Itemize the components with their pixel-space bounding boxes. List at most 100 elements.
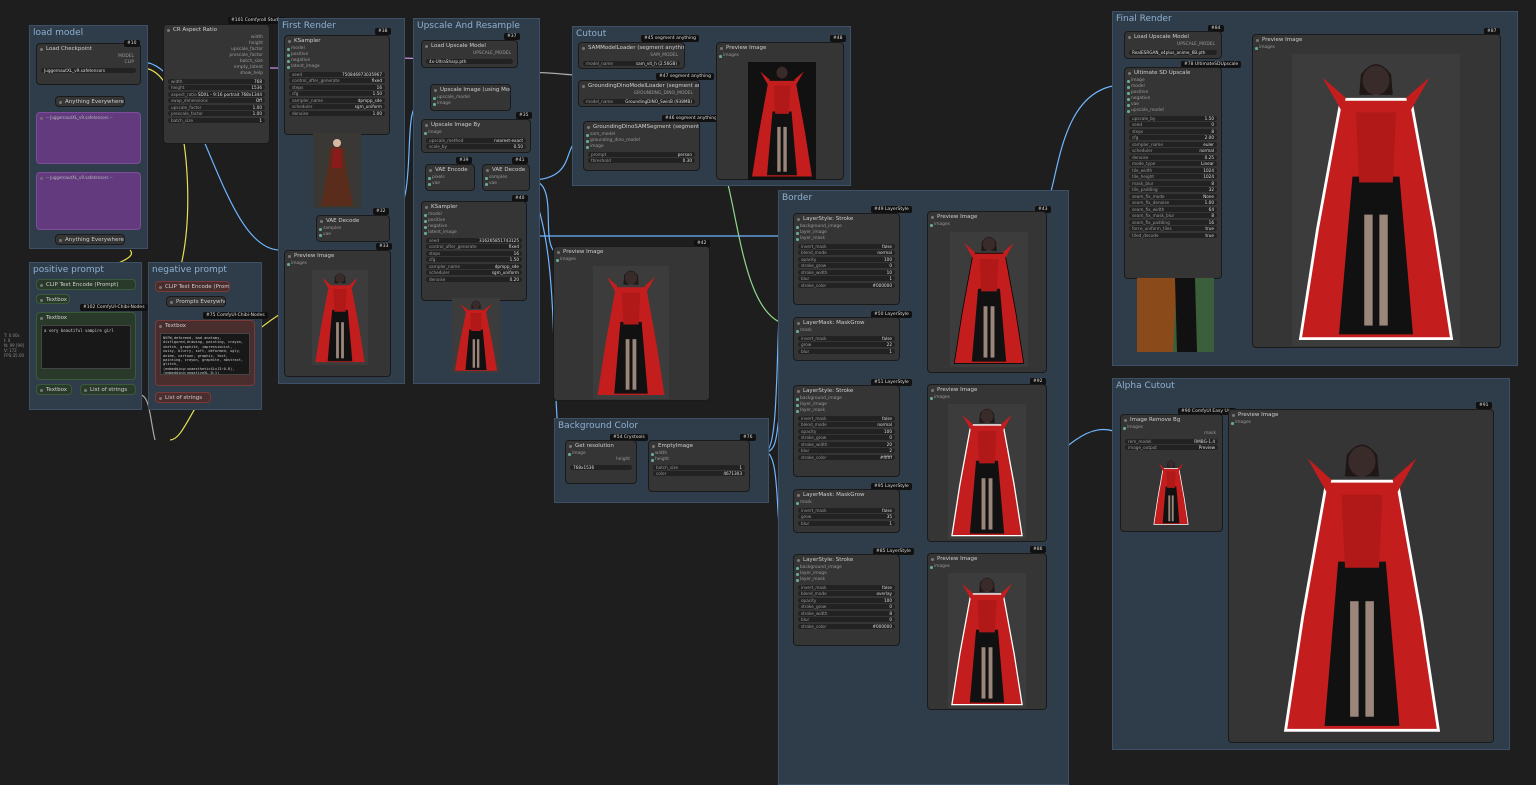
input-image[interactable]: image [584,144,699,150]
model-name-widget[interactable]: 4x-UltraSharp.pth [426,58,513,64]
widget-scheduler[interactable]: scheduler normal [1129,148,1217,153]
widget-scheduler[interactable]: scheduler sgm_uniform [426,270,522,275]
widget-seed[interactable]: seed 750846973035967 [289,71,385,77]
widget-stroke-grow[interactable]: stroke_grow 0 [798,604,895,609]
widget-seam-fix-mask-blur[interactable]: seam_fix_mask_blur 8 [1129,213,1217,218]
widget-blur[interactable]: blur 0 [798,617,895,622]
layerstyle-stroke-node-2[interactable]: LayerStyle: Stroke background_image layer… [793,385,900,477]
cr-aspect-ratio-node[interactable]: CR Aspect Ratio width height upscale_facto… [163,24,270,144]
anything-everywhere-node[interactable]: Anything Everywhere [55,96,125,107]
ksampler-node-2[interactable]: KSampler model positive negative latent_ima… [421,201,527,301]
widget-invert-mask[interactable]: invert_mask false [798,415,895,421]
input-image[interactable]: image [431,101,510,107]
widget-stroke-color[interactable]: stroke_color #000000 [798,282,895,288]
widget-denoise[interactable]: denoise 0.25 [1129,154,1217,160]
anything-everywhere-node-2[interactable]: Anything Everywhere [55,234,125,245]
output-height[interactable]: height [566,457,636,463]
widget-tile-width[interactable]: tile_width 1024 [1129,167,1217,173]
widget-prescale-factor[interactable]: prescale_factor 1.00 [168,111,265,116]
muted-checkpoint-node-2[interactable]: -- JuggernautXL_v9.safetensors -- [36,172,141,230]
vae-encode-node[interactable]: VAE Encode pixels vae [425,164,475,191]
widget-stroke-width[interactable]: stroke_width 20 [798,441,895,447]
output-upscale-model[interactable]: UPSCALE_MODEL [422,51,517,57]
widget-stroke-grow[interactable]: stroke_grow 0 [798,263,895,268]
input-images[interactable]: images [1229,420,1493,426]
widget-batch-size[interactable]: batch_size 1 [168,117,265,123]
widget-steps[interactable]: steps 16 [426,250,522,256]
widget-mode-type[interactable]: mode_type Linear [1129,161,1217,166]
widget-seam-fix-mode[interactable]: seam_fix_mode None [1129,193,1217,199]
widget-steps[interactable]: steps 16 [289,84,385,90]
input-mask[interactable]: mask [794,328,899,334]
widget-stroke-width[interactable]: stroke_width 10 [798,269,895,275]
model-name-widget[interactable]: RealESRGAN_x4plus_anime_6B.pth [1129,49,1217,55]
widget-mask-blur[interactable]: mask_blur 8 [1129,180,1217,186]
vae-decode-node-2[interactable]: VAE Decode samples vae [482,164,530,191]
widget-blur[interactable]: blur 1 [798,276,895,281]
input-latent-image[interactable]: latent_image [285,64,389,70]
widget-seam-fix-denoise[interactable]: seam_fix_denoise 1.00 [1129,200,1217,205]
input-images[interactable]: images [928,564,1046,570]
layermask-maskgrow-node-2[interactable]: LayerMask: MaskGrow mask invert_mask fals… [793,489,900,533]
get-resolution-node[interactable]: Get resolution image height 768x1536 [565,440,637,484]
upscale-image-using-model-node[interactable]: Upscale Image (using Model) upscale_mode… [430,84,511,111]
upscale-image-by-node[interactable]: Upscale Image By image upscale_method nea… [421,119,531,153]
widget-blur[interactable]: blur 2 [798,448,895,453]
widget-upscale-method[interactable]: upscale_method nearest-exact [426,137,526,143]
prompts-everywhere-node[interactable]: Prompts Everywhere [166,296,226,307]
clip-text-encode-negative-node[interactable]: CLIP Text Encode (Prompt) [155,281,230,292]
load-checkpoint-node[interactable]: Load Checkpoint MODEL CLIP JuggernautXL_… [36,43,141,85]
widget-rem-model[interactable]: rem_model RMBG-1.4 [1125,438,1218,444]
widget-batch-size[interactable]: batch_size 1 [653,464,745,470]
ultimate-sd-upscale-node[interactable]: Ultimate SD Upscale image model positive ne… [1124,67,1222,279]
widget-threshold[interactable]: threshold 0.30 [588,158,695,163]
negative-prompt-text[interactable]: NSFW,deformed, bad anatomy, disfigured,d… [160,333,250,375]
widget-height[interactable]: height 1536 [168,85,265,90]
widget-seed[interactable]: seed 316265851743125 [426,237,522,243]
widget-force-uniform-tiles[interactable]: force_uniform_tiles true [1129,226,1217,231]
ksampler-node[interactable]: KSampler model positive negative latent_ima… [284,35,390,135]
input-vae[interactable]: vae [483,181,529,187]
widget-upscale-factor[interactable]: upscale_factor 1.00 [168,104,265,110]
widget-stroke-grow[interactable]: stroke_grow 0 [798,435,895,440]
widget-prompt[interactable]: prompt person [588,151,695,157]
muted-checkpoint-node[interactable]: -- JuggernautXL_v9.safetensors -- [36,112,141,164]
input-layer-mask[interactable]: layer_mask [794,408,899,414]
ckpt-name-widget[interactable]: JuggernautXL_v9.safetensors [41,67,136,73]
widget-tile-padding[interactable]: tile_padding 32 [1129,187,1217,192]
widget-sampler-name[interactable]: sampler_name dpmpp_sde [289,97,385,103]
widget-aspect-ratio[interactable]: aspect_ratio SDXL - 9:16 portrait 768x134… [168,91,265,97]
list-of-strings-node-2[interactable]: List of strings [155,392,211,403]
widget-stroke-width[interactable]: stroke_width 8 [798,610,895,616]
widget-seam-fix-width[interactable]: seam_fix_width 64 [1129,206,1217,212]
input-vae[interactable]: vae [317,232,389,238]
widget-invert-mask[interactable]: invert_mask false [798,335,895,341]
widget-scale-by[interactable]: scale_by 0.50 [426,144,526,149]
widget-steps[interactable]: steps 8 [1129,128,1217,134]
input-image[interactable]: image [566,451,636,457]
widget-opacity[interactable]: opacity 100 [798,597,895,603]
clip-text-encode-positive-node[interactable]: CLIP Text Encode (Prompt) [36,279,136,290]
input-layer-mask[interactable]: layer_mask [794,236,899,242]
widget-scheduler[interactable]: scheduler sgm_uniform [289,104,385,109]
positive-prompt-text[interactable]: a very beautiful vampire girl [41,325,131,369]
widget-denoise[interactable]: denoise 1.00 [289,110,385,116]
widget-sampler-name[interactable]: sampler_name dpmpp_sde [426,263,522,269]
output-sam-model[interactable]: SAM_MODEL [579,53,684,59]
input-images[interactable]: images [928,395,1046,401]
input-vae[interactable]: vae [426,181,474,187]
widget-blur[interactable]: blur 1 [798,348,895,354]
input-latent-image[interactable]: latent_image [422,230,526,236]
widget-stroke-color[interactable]: stroke_color #000000 [798,623,895,629]
textbox-negative-node[interactable]: Textbox NSFW,deformed, bad anatomy, disf… [155,320,255,386]
widget-blend-mode[interactable]: blend_mode normal [798,422,895,427]
widget-cfg[interactable]: cfg 2.00 [1129,135,1217,140]
textbox-output-node[interactable]: Textbox [36,384,72,395]
widget-tiled-decode[interactable]: tiled_decode true [1129,232,1217,238]
widget-seam-fix-padding[interactable]: seam_fix_padding 16 [1129,219,1217,225]
grounding-dino-loader-node[interactable]: GroundingDinoModelLoader (segment anythi… [578,80,700,107]
widget-blur[interactable]: blur 1 [798,520,895,526]
layerstyle-stroke-node[interactable]: LayerStyle: Stroke background_image layer… [793,213,900,305]
empty-image-node[interactable]: EmptyImage width height batch_size 1 color… [648,440,750,492]
widget-image-output[interactable]: image_output Preview [1125,445,1218,450]
